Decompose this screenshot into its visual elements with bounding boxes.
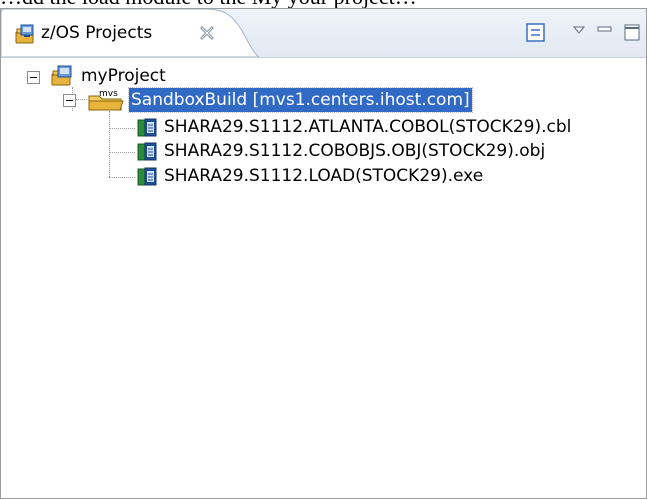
member-file-icon bbox=[136, 117, 158, 139]
tab-title: z/OS Projects bbox=[41, 23, 153, 43]
tree-item-member[interactable]: SHARA29.S1112.LOAD(STOCK29).exe bbox=[1, 164, 646, 190]
tree-item-label: SHARA29.S1112.LOAD(STOCK29).exe bbox=[164, 166, 484, 186]
tree-item-label: SandboxBuild [mvs1.centers.ihost.com] bbox=[128, 87, 473, 113]
tree-item-member[interactable]: SHARA29.S1112.COBOBJS.OBJ(STOCK29).obj bbox=[1, 139, 646, 165]
tree-item-label: myProject bbox=[81, 66, 166, 86]
view-menu-icon[interactable] bbox=[570, 22, 592, 44]
collapse-toggle[interactable] bbox=[63, 94, 76, 107]
member-file-icon bbox=[136, 166, 158, 188]
tab-zos-projects[interactable]: z/OS Projects bbox=[1, 9, 259, 57]
cropped-caption-text: …dd the load module to the My your proje… bbox=[0, 0, 647, 8]
close-icon[interactable] bbox=[198, 24, 216, 42]
view-tab-bar: z/OS Projects bbox=[1, 9, 646, 58]
tree-item-label: SHARA29.S1112.ATLANTA.COBOL(STOCK29).cbl bbox=[164, 117, 572, 137]
zos-projects-icon bbox=[14, 23, 36, 45]
minimize-icon[interactable] bbox=[595, 22, 617, 44]
project-icon bbox=[50, 64, 74, 88]
collapse-toggle[interactable] bbox=[27, 71, 40, 84]
project-tree: myProject mvs SandboxBuild [mvs1.centers… bbox=[1, 58, 646, 498]
tree-item-sandboxbuild[interactable]: mvs SandboxBuild [mvs1.centers.ihost.com… bbox=[1, 86, 646, 114]
mvs-subproject-icon: mvs bbox=[87, 86, 127, 112]
tree-item-member[interactable]: SHARA29.S1112.ATLANTA.COBOL(STOCK29).cbl bbox=[1, 115, 646, 141]
maximize-icon[interactable] bbox=[622, 22, 644, 44]
zos-projects-view: z/OS Projects myProject mvs SandboxBuild… bbox=[0, 8, 647, 499]
member-file-icon bbox=[136, 141, 158, 163]
collapse-all-icon[interactable] bbox=[525, 22, 547, 44]
tree-item-label: SHARA29.S1112.COBOBJS.OBJ(STOCK29).obj bbox=[164, 141, 546, 161]
svg-text:mvs: mvs bbox=[99, 89, 118, 99]
